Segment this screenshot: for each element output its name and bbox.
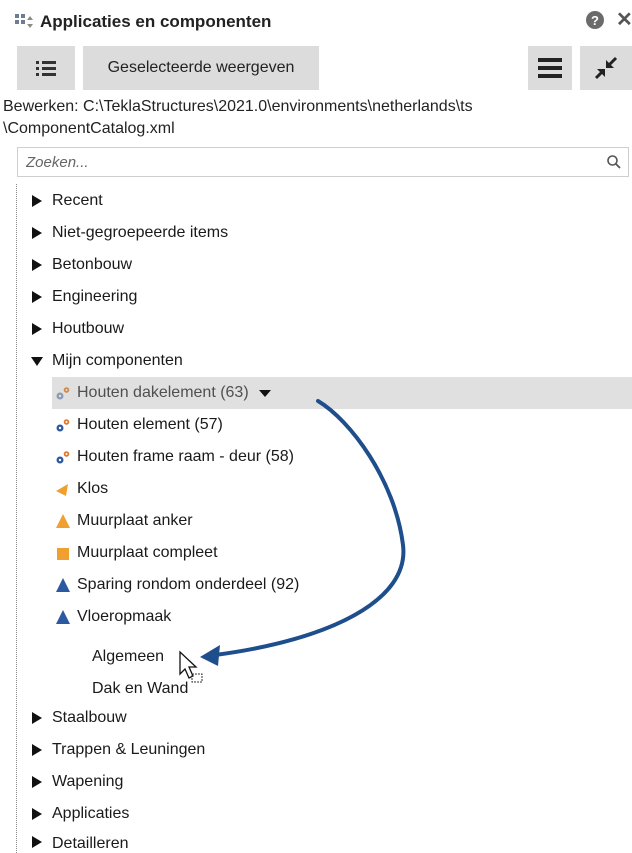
hamburger-icon <box>538 58 562 78</box>
panel-titlebar: Applicaties en componenten ? ✕ <box>0 0 632 44</box>
tree-item-klos[interactable]: Klos <box>52 473 632 505</box>
tree-item-label: Houten frame raam - deur (58) <box>77 448 294 465</box>
tree-item-label: Vloeropmaak <box>77 608 172 625</box>
tree-item-muurplaat-compleet[interactable]: Muurplaat compleet <box>52 537 632 569</box>
gears-icon <box>56 451 70 464</box>
applications-components-icon <box>15 14 33 28</box>
tree-item-label: Recent <box>52 192 103 209</box>
expand-arrow-icon[interactable] <box>30 743 44 757</box>
close-icon[interactable]: ✕ <box>616 10 632 30</box>
tree-item-houten-frame[interactable]: Houten frame raam - deur (58) <box>52 441 632 473</box>
tree-item-label: Dak en Wand <box>92 680 189 697</box>
tree-item-houten-element[interactable]: Houten element (57) <box>52 409 632 441</box>
tree-item-my-components[interactable]: Mijn componenten <box>17 345 632 377</box>
search-box <box>17 147 629 177</box>
tree-item-label: Applicaties <box>52 805 130 822</box>
expand-arrow-icon[interactable] <box>30 258 44 272</box>
tree-item-label: Wapening <box>52 773 124 790</box>
tree-item-label: Houtbouw <box>52 320 125 337</box>
expand-arrow-icon[interactable] <box>30 775 44 789</box>
tree-item-label: Betonbouw <box>52 256 133 273</box>
tree-item-wapening[interactable]: Wapening <box>17 766 632 798</box>
tree-item-sparing[interactable]: Sparing rondom onderdeel (92) <box>52 569 632 601</box>
collapse-button[interactable] <box>580 46 632 90</box>
catalog-path-line-2: \ComponentCatalog.xml <box>3 120 175 137</box>
expand-arrow-icon[interactable] <box>30 711 44 725</box>
tree-item-label: Algemeen <box>92 648 165 665</box>
tree-item-staalbouw[interactable]: Staalbouw <box>17 702 632 734</box>
tree-item-label: Muurplaat compleet <box>77 544 218 561</box>
tree-item-label: Engineering <box>52 288 138 305</box>
tree-item-label: Niet-gegroepeerde items <box>52 224 229 241</box>
tree-item-muurplaat-anker[interactable]: Muurplaat anker <box>52 505 632 537</box>
tree-item-algemeen[interactable]: Algemeen <box>92 641 612 673</box>
list-view-button[interactable] <box>17 46 75 90</box>
tree-item-label: Staalbouw <box>52 709 127 726</box>
list-icon <box>36 61 56 76</box>
gears-icon <box>56 387 70 400</box>
tree-item-label: Detailleren <box>52 835 129 852</box>
tree-item-applicaties[interactable]: Applicaties <box>17 798 632 830</box>
orange-triangle-icon <box>56 514 70 528</box>
panel-title: Applicaties en componenten <box>40 12 272 31</box>
tree-item-trappen[interactable]: Trappen & Leuningen <box>17 734 632 766</box>
tree-item-vloeropmaak[interactable]: Vloeropmaak <box>52 601 632 633</box>
help-icon[interactable]: ? <box>586 11 604 29</box>
component-tree: Recent Niet-gegroepeerde items Betonbouw… <box>0 180 632 853</box>
orange-wedge-icon <box>56 484 68 496</box>
tree-item-detailleren[interactable]: Detailleren <box>17 830 632 853</box>
tree-item-label: Mijn componenten <box>52 352 183 369</box>
tree-item-label: Houten dakelement (63) <box>77 384 249 401</box>
expand-arrow-icon[interactable] <box>30 807 44 821</box>
tree-item-label: Muurplaat anker <box>77 512 193 529</box>
blue-triangle-icon <box>56 610 70 624</box>
expand-arrow-icon[interactable] <box>30 290 44 304</box>
show-selected-button[interactable]: Geselecteerde weergeven <box>83 46 319 90</box>
collapse-arrow-icon[interactable] <box>30 354 44 368</box>
catalog-path: Bewerken: C:\TeklaStructures\2021.0\envi… <box>3 96 628 140</box>
blue-triangle-icon <box>56 578 70 592</box>
orange-square-icon <box>57 548 69 560</box>
tree-item-label: Trappen & Leuningen <box>52 741 206 758</box>
tree-item-dak-en-wand[interactable]: Dak en Wand <box>92 673 612 705</box>
tree-item-houten-dakelement[interactable]: Houten dakelement (63) <box>52 377 632 409</box>
tree-item-engineering[interactable]: Engineering <box>17 281 632 313</box>
toolbar: Geselecteerde weergeven <box>0 46 632 92</box>
expand-arrow-icon[interactable] <box>30 835 44 849</box>
tree-item-concrete[interactable]: Betonbouw <box>17 249 632 281</box>
chevron-down-icon[interactable] <box>258 388 271 398</box>
tree-item-label: Houten element (57) <box>77 416 223 433</box>
menu-button[interactable] <box>528 46 572 90</box>
expand-arrow-icon[interactable] <box>30 194 44 208</box>
collapse-arrows-icon <box>594 56 618 80</box>
search-icon[interactable] <box>606 154 622 170</box>
mouse-cursor-icon <box>179 650 203 683</box>
search-input[interactable] <box>26 151 586 173</box>
tree-item-label: Klos <box>77 480 109 497</box>
catalog-path-line-1: Bewerken: C:\TeklaStructures\2021.0\envi… <box>3 98 473 115</box>
tree-item-ungrouped[interactable]: Niet-gegroepeerde items <box>17 217 632 249</box>
tree-item-label: Sparing rondom onderdeel (92) <box>77 576 300 593</box>
tree-item-timber[interactable]: Houtbouw <box>17 313 632 345</box>
tree-item-recent[interactable]: Recent <box>17 185 632 217</box>
expand-arrow-icon[interactable] <box>30 322 44 336</box>
gears-icon <box>56 419 70 432</box>
expand-arrow-icon[interactable] <box>30 226 44 240</box>
